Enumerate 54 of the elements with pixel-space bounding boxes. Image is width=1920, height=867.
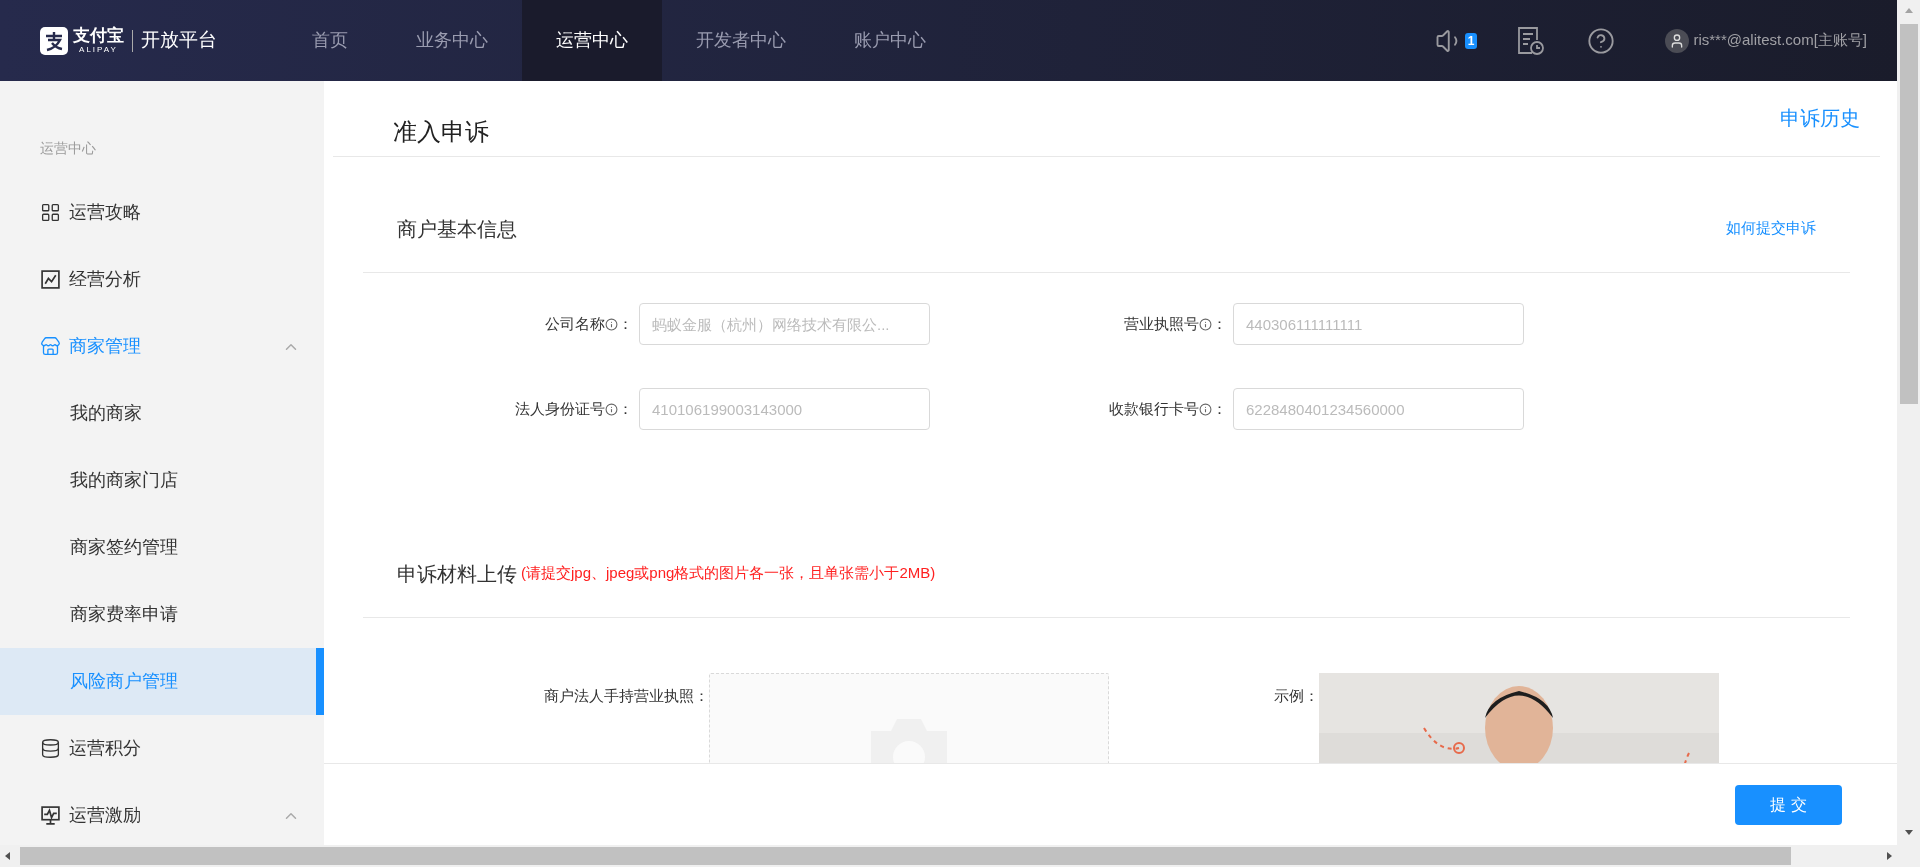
- sidebar-item[interactable]: 运营积分: [0, 715, 324, 782]
- field-colon: ：: [618, 313, 633, 334]
- info-icon: [1199, 402, 1212, 416]
- grid-icon: [40, 202, 61, 223]
- vertical-scrollbar[interactable]: [1897, 0, 1920, 867]
- sidebar-subitem[interactable]: 我的商家门店: [0, 447, 324, 514]
- field-label: 营业执照号: [1124, 313, 1199, 334]
- example-label: 示例：: [1273, 686, 1319, 706]
- sidebar-subitem[interactable]: 我的商家: [0, 380, 324, 447]
- sidebar-item[interactable]: 经营分析: [0, 246, 324, 313]
- text-field[interactable]: 蚂蚁金服（杭州）网络技术有限公...: [639, 303, 930, 345]
- help-icon[interactable]: [1587, 26, 1616, 55]
- sidebar-subitem[interactable]: 商家签约管理: [0, 514, 324, 581]
- history-link[interactable]: 申诉历史: [1780, 103, 1860, 133]
- notification-badge: 1: [1464, 32, 1478, 49]
- horizontal-scrollbar[interactable]: [0, 845, 1897, 867]
- sidebar-title: 运营中心: [39, 139, 97, 158]
- chart-icon: [40, 269, 61, 290]
- text-field[interactable]: 410106199003143000: [639, 388, 930, 430]
- field-colon: ：: [1212, 313, 1227, 334]
- field-label: 法人身份证号: [515, 398, 605, 419]
- logo-subtitle: ALIPAY: [79, 46, 118, 54]
- store-icon: [40, 336, 61, 357]
- sidebar-item[interactable]: 运营攻略: [0, 179, 324, 246]
- field-label: 公司名称: [545, 313, 605, 334]
- database-icon: [40, 738, 61, 759]
- info-icon: [1199, 317, 1212, 331]
- document-clock-icon[interactable]: [1517, 25, 1546, 56]
- avatar[interactable]: [1665, 28, 1690, 53]
- page-title: 准入申诉: [393, 117, 489, 147]
- info-icon: [605, 317, 618, 331]
- nav-tab[interactable]: 业务中心: [382, 0, 522, 81]
- sidebar-subitem[interactable]: 商家费率申请: [0, 581, 324, 648]
- sidebar-item[interactable]: 运营激励: [0, 782, 324, 845]
- field-colon: ：: [618, 398, 633, 419]
- section-title: 申诉材料上传: [397, 561, 517, 587]
- text-field[interactable]: 6228480401234560000: [1233, 388, 1524, 430]
- upload-label: 商户法人手持营业执照：: [543, 686, 709, 706]
- section-title: 商户基本信息: [397, 216, 517, 242]
- help-link[interactable]: 如何提交申诉: [1726, 217, 1816, 240]
- text-field[interactable]: 440306111111111: [1233, 303, 1524, 345]
- nav-tab[interactable]: 首页: [278, 0, 382, 81]
- nav-tab[interactable]: 运营中心: [522, 0, 662, 81]
- info-icon: [605, 402, 618, 416]
- monitor-icon: [40, 805, 61, 826]
- platform-title: 开放平台: [141, 28, 217, 53]
- field-label: 收款银行卡号: [1109, 398, 1199, 419]
- upload-note: (请提交jpg、jpeg或png格式的图片各一张，且单张需小于2MB): [521, 563, 936, 584]
- logo-icon: [40, 26, 68, 55]
- nav-tab[interactable]: 开发者中心: [662, 0, 820, 81]
- field-colon: ：: [1212, 398, 1227, 419]
- nav-tab[interactable]: 账户中心: [820, 0, 960, 81]
- user-account[interactable]: ris***@alitest.com[主账号]: [1693, 29, 1867, 52]
- logo-name: 支付宝: [73, 27, 124, 44]
